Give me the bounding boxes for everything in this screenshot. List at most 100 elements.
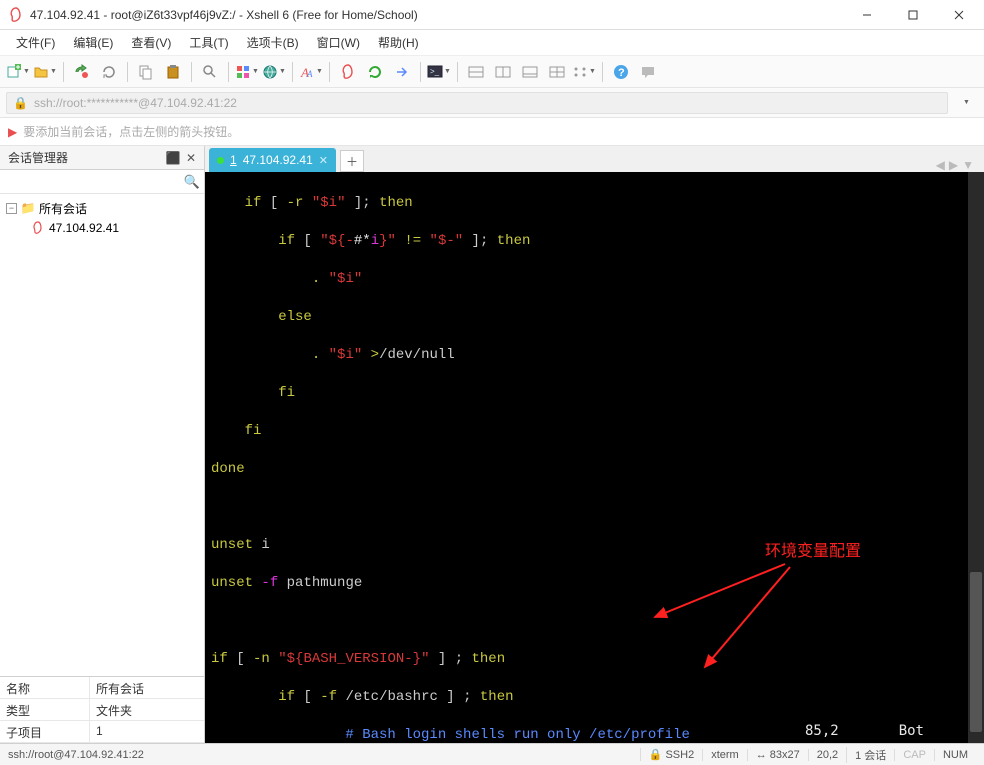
- tab-number: 1: [230, 153, 237, 167]
- tab-close-icon[interactable]: ✕: [319, 154, 328, 167]
- scrollbar[interactable]: [968, 172, 984, 743]
- new-tab-button[interactable]: ＋: [340, 150, 364, 172]
- status-sessions: 1 会话: [846, 747, 894, 763]
- separator: [420, 62, 421, 82]
- window-title: 47.104.92.41 - root@iZ6t33vpf46j9vZ:/ - …: [30, 8, 844, 22]
- scrollbar-thumb[interactable]: [970, 572, 982, 732]
- status-cursor: 20,2: [808, 749, 846, 761]
- session-manager: 会话管理器 ⬛ ✕ 🔍 − 📁 所有会话 47.104.92.41 名称所有会话…: [0, 146, 205, 743]
- open-button[interactable]: ▼: [33, 60, 57, 84]
- separator: [191, 62, 192, 82]
- menu-window[interactable]: 窗口(W): [309, 31, 368, 54]
- status-dot-icon: [217, 157, 224, 164]
- font-button[interactable]: AA▼: [299, 60, 323, 84]
- lock-icon: 🔒: [13, 96, 28, 110]
- layout-grid-button[interactable]: [545, 60, 569, 84]
- status-ssh: 🔒SSH2: [640, 748, 702, 761]
- prop-row: 子项目1: [0, 721, 204, 743]
- tree-item[interactable]: 47.104.92.41: [2, 218, 202, 238]
- menu-help[interactable]: 帮助(H): [370, 31, 427, 54]
- terminal-icon-button[interactable]: >_▼: [427, 60, 451, 84]
- prop-key: 子项目: [0, 721, 90, 742]
- help-button[interactable]: ?: [609, 60, 633, 84]
- address-field[interactable]: 🔒 ssh://root:***********@47.104.92.41:22: [6, 92, 948, 114]
- chat-button[interactable]: [636, 60, 660, 84]
- reconnect-button[interactable]: [97, 60, 121, 84]
- tab-menu-icon[interactable]: ▼: [962, 158, 974, 172]
- layout-h-button[interactable]: [464, 60, 488, 84]
- scroll-position: Bot: [899, 722, 924, 741]
- menu-tabs[interactable]: 选项卡(B): [239, 31, 307, 54]
- resize-icon: ↔: [756, 749, 767, 761]
- hint-text: 要添加当前会话，点击左侧的箭头按钮。: [23, 123, 239, 140]
- tab-nav: ◀ ▶ ▼: [936, 158, 980, 172]
- prop-key: 类型: [0, 699, 90, 720]
- layout-bar-button[interactable]: [518, 60, 542, 84]
- paste-button[interactable]: [161, 60, 185, 84]
- terminal-status: 85,2 Bot: [805, 722, 924, 741]
- find-button[interactable]: [198, 60, 222, 84]
- tree-root-label: 所有会话: [39, 200, 87, 217]
- tree-root[interactable]: − 📁 所有会话: [2, 198, 202, 218]
- statusbar: ssh://root@47.104.92.41:22 🔒SSH2 xterm ↔…: [0, 743, 984, 765]
- separator: [329, 62, 330, 82]
- xshell-icon[interactable]: [336, 60, 360, 84]
- maximize-button[interactable]: [890, 0, 936, 29]
- prop-val: 文件夹: [90, 699, 204, 720]
- status-size: ↔ 83x27: [747, 749, 808, 761]
- address-text: ssh://root:***********@47.104.92.41:22: [34, 96, 237, 110]
- terminal[interactable]: if [ -r "$i" ]; then if [ "${-#*i}" != "…: [205, 172, 984, 743]
- layout-v-button[interactable]: [491, 60, 515, 84]
- separator: [457, 62, 458, 82]
- menu-view[interactable]: 查看(V): [123, 31, 179, 54]
- separator: [228, 62, 229, 82]
- status-num: NUM: [934, 749, 976, 761]
- tab-label: 47.104.92.41: [243, 153, 313, 167]
- menu-tools[interactable]: 工具(T): [181, 31, 236, 54]
- session-tab[interactable]: 1 47.104.92.41 ✕: [209, 148, 336, 172]
- copy-button[interactable]: [134, 60, 158, 84]
- disconnect-button[interactable]: [70, 60, 94, 84]
- app-icon: [8, 7, 24, 23]
- layout-dots-button[interactable]: ▼: [572, 60, 596, 84]
- svg-text:A: A: [306, 69, 313, 79]
- separator: [127, 62, 128, 82]
- arrow-button[interactable]: [390, 60, 414, 84]
- sidebar-header: 会话管理器 ⬛ ✕: [0, 146, 204, 170]
- separator: [602, 62, 603, 82]
- menu-file[interactable]: 文件(F): [8, 31, 63, 54]
- address-dropdown[interactable]: ▼: [954, 91, 978, 115]
- sidebar-search: 🔍: [0, 170, 204, 194]
- hint-bar: ▶ 要添加当前会话，点击左侧的箭头按钮。: [0, 118, 984, 146]
- prop-val: 1: [90, 721, 204, 742]
- search-icon[interactable]: 🔍: [184, 174, 200, 190]
- tab-prev-icon[interactable]: ◀: [936, 158, 945, 172]
- prop-row: 类型文件夹: [0, 699, 204, 721]
- new-session-button[interactable]: ▼: [6, 60, 30, 84]
- close-panel-icon[interactable]: ✕: [182, 151, 200, 165]
- window-controls: [844, 0, 982, 29]
- status-cap: CAP: [894, 749, 934, 761]
- separator: [292, 62, 293, 82]
- main-area: 会话管理器 ⬛ ✕ 🔍 − 📁 所有会话 47.104.92.41 名称所有会话…: [0, 146, 984, 743]
- annotation-label: 环境变量配置: [765, 542, 861, 561]
- sidebar-properties: 名称所有会话 类型文件夹 子项目1: [0, 676, 204, 743]
- globe-button[interactable]: ▼: [262, 60, 286, 84]
- tab-bar: 1 47.104.92.41 ✕ ＋ ◀ ▶ ▼: [205, 146, 984, 172]
- close-button[interactable]: [936, 0, 982, 29]
- menu-edit[interactable]: 编辑(E): [65, 31, 121, 54]
- content-area: 1 47.104.92.41 ✕ ＋ ◀ ▶ ▼ if [ -r "$i" ];…: [205, 146, 984, 743]
- sidebar-title: 会话管理器: [8, 149, 164, 166]
- grid-button[interactable]: ▼: [235, 60, 259, 84]
- flag-icon: ▶: [8, 125, 17, 139]
- minimize-button[interactable]: [844, 0, 890, 29]
- address-bar: 🔒 ssh://root:***********@47.104.92.41:22…: [0, 88, 984, 118]
- collapse-icon[interactable]: −: [6, 203, 17, 214]
- pin-icon[interactable]: ⬛: [164, 151, 182, 165]
- tab-next-icon[interactable]: ▶: [949, 158, 958, 172]
- svg-text:?: ?: [618, 67, 625, 79]
- refresh-button[interactable]: [363, 60, 387, 84]
- search-input[interactable]: [4, 172, 184, 192]
- tree-item-label: 47.104.92.41: [49, 221, 119, 235]
- titlebar: 47.104.92.41 - root@iZ6t33vpf46j9vZ:/ - …: [0, 0, 984, 30]
